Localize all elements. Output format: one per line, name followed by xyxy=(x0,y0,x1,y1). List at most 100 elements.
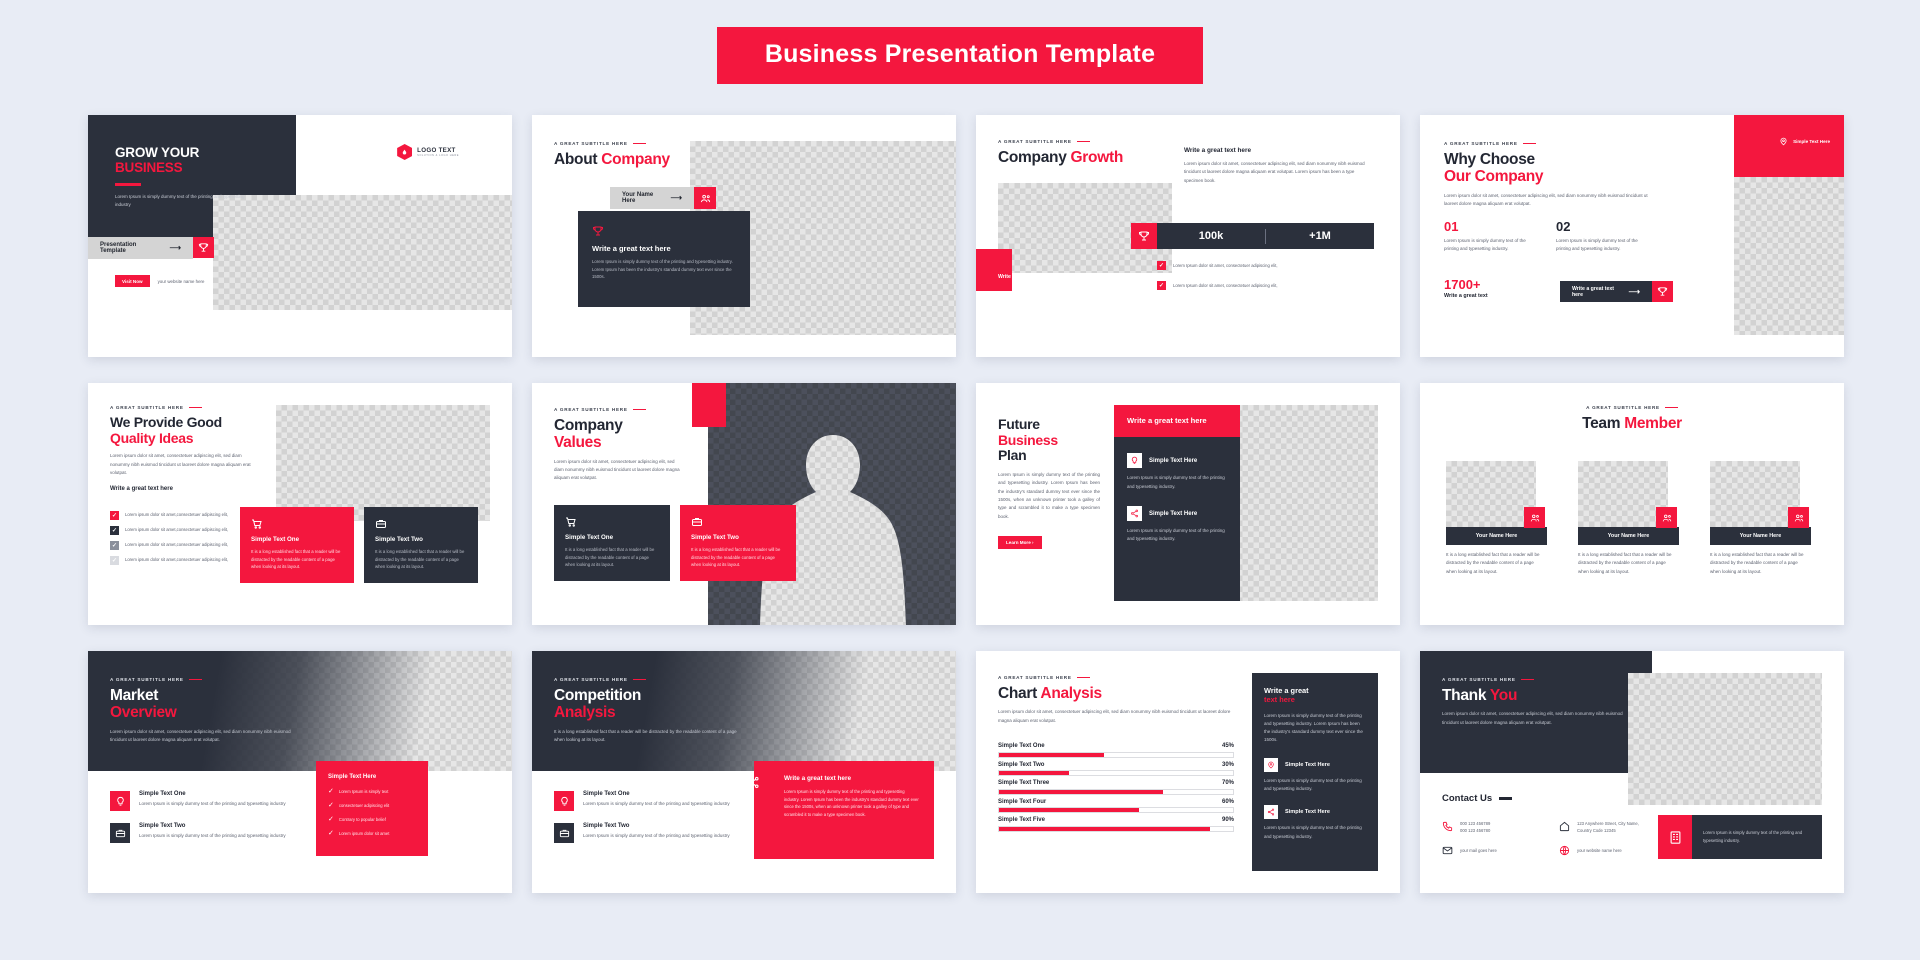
slide10-description: It is a long established fact that a rea… xyxy=(554,728,737,743)
chart-category-label: Simple Text Five xyxy=(998,817,1045,823)
panel-list-label: Contrary to popular belief xyxy=(338,817,386,822)
chart-value-label: 60% xyxy=(1221,798,1234,805)
slide-team-member[interactable]: A GREAT SUBTITLE HERE Team Member Your N… xyxy=(1420,383,1844,625)
slide12-heading-block: A GREAT SUBTITLE HERE Thank You Lorem ip… xyxy=(1442,677,1632,727)
share-icon xyxy=(742,771,764,793)
slide-future-business-plan[interactable]: Future Business Plan Lorem Ipsum is simp… xyxy=(976,383,1400,625)
building-icon xyxy=(1658,815,1692,859)
team-member-card[interactable]: Your Name Here It is a long established … xyxy=(1446,461,1554,576)
slide5-check-list: ✓ Lorem ipsum dolor sit amet,consectetue… xyxy=(110,511,232,565)
learn-more-label: Learn More xyxy=(1006,539,1031,545)
slide6-card-two: Simple Text Two It is a long established… xyxy=(680,505,796,581)
slide9-title-dark: Market xyxy=(110,687,159,704)
arrow-right-icon: ⟶ xyxy=(1628,286,1640,296)
slide-company-values[interactable]: A GREAT SUBTITLE HERE Company Values Lor… xyxy=(532,383,956,625)
chart-row: Simple Text Three 70% xyxy=(998,780,1234,795)
eyebrow-label: A GREAT SUBTITLE HERE xyxy=(110,677,310,682)
team-member-name: Your Name Here xyxy=(1739,533,1782,539)
team-member-name-bar: Your Name Here xyxy=(1578,527,1679,545)
feature-item-title: Simple Text Two xyxy=(139,823,186,829)
panel-item: Simple Text Here xyxy=(1127,453,1227,469)
slide4-heading-block: A GREAT SUBTITLE HERE Why Choose Our Com… xyxy=(1444,141,1654,208)
contact-email[interactable]: your mail goes here xyxy=(1442,845,1537,856)
slide10-panel-body: Lorem Ipsum is simply dummy text of the … xyxy=(784,789,919,817)
slide3-cta[interactable]: Write a great text here ⟶ xyxy=(998,273,1069,280)
number-02-body: Lorem Ipsum is simply dummy text of the … xyxy=(1556,238,1638,252)
share-icon xyxy=(1264,805,1278,820)
slide3-right-body: Lorem ipsum dolor sit amet, consectetuer… xyxy=(1184,161,1365,183)
big-number-value: 1700+ xyxy=(1444,277,1481,292)
panel-item: Simple Text Here xyxy=(1127,506,1227,522)
eyebrow-label: A GREAT SUBTITLE HERE xyxy=(554,677,744,682)
number-01-body: Lorem Ipsum is simply dummy text of the … xyxy=(1444,238,1526,252)
slide6-card-one-title: Simple Text One xyxy=(565,534,614,541)
contact-phone[interactable]: 000 123 456789 000 123 456780 xyxy=(1442,821,1537,833)
chart-row: Simple Text Four 60% xyxy=(998,798,1234,813)
check-icon: ✓ xyxy=(110,511,119,520)
eyebrow-label: A GREAT SUBTITLE HERE xyxy=(110,405,270,410)
learn-more-button[interactable]: Learn More › xyxy=(998,535,1042,549)
team-member-bio: It is a long established fact that a rea… xyxy=(1710,552,1804,574)
panel-item-title: Simple Text Here xyxy=(1149,510,1198,517)
slide5-title-red: Quality Ideas xyxy=(110,429,194,446)
slide4-badge: Simple Text Here xyxy=(1779,137,1830,146)
panel-item-title: Simple Text Here xyxy=(1149,457,1198,464)
banner-area: Business Presentation Template xyxy=(0,0,1920,84)
slide-chart-analysis[interactable]: A GREAT SUBTITLE HERE Chart Analysis Lor… xyxy=(976,651,1400,893)
your-name-bar[interactable]: Your Name Here ⟶ xyxy=(610,187,716,209)
feature-item: Simple Text Two Lorem Ipsum is simply du… xyxy=(554,823,744,843)
slide12-title-dark: Thank xyxy=(1442,687,1487,704)
slide7-heading-block: Future Business Plan Lorem Ipsum is simp… xyxy=(998,416,1103,549)
slide-competition-analysis[interactable]: A GREAT SUBTITLE HERE Competition Analys… xyxy=(532,651,956,893)
slide-thank-you[interactable]: A GREAT SUBTITLE HERE Thank You Lorem ip… xyxy=(1420,651,1844,893)
feature-item-body: Lorem Ipsum is simply dummy text of the … xyxy=(583,801,730,806)
slide-about-company[interactable]: A GREAT SUBTITLE HERE About Company Your… xyxy=(532,115,956,357)
slide-market-overview[interactable]: A GREAT SUBTITLE HERE Market Overview Lo… xyxy=(88,651,512,893)
trophy-icon[interactable] xyxy=(193,237,214,258)
slide-grow-your-business[interactable]: LOGO TEXT SOLUTION & LOGO HERE GROW YOUR… xyxy=(88,115,512,357)
your-name-button[interactable]: Your Name Here ⟶ xyxy=(610,187,694,209)
slide10-panel: Write a great text here Lorem Ipsum is s… xyxy=(754,761,934,859)
slide2-card-title: Write a great text here xyxy=(592,244,671,253)
trophy-icon[interactable] xyxy=(1652,281,1673,302)
team-member-card[interactable]: Your Name Here It is a long established … xyxy=(1710,461,1818,576)
slide-company-growth[interactable]: A GREAT SUBTITLE HERE Company Growth Wri… xyxy=(976,115,1400,357)
slide-we-provide-good-quality-ideas[interactable]: A GREAT SUBTITLE HERE We Provide Good Qu… xyxy=(88,383,512,625)
presentation-template-button[interactable]: Presentation Template ⟶ xyxy=(88,237,193,259)
phone-number-1: 000 123 456789 xyxy=(1460,821,1491,826)
slide10-heading-block: A GREAT SUBTITLE HERE Competition Analys… xyxy=(554,677,744,744)
avatar xyxy=(1578,461,1668,527)
visit-now-button[interactable]: Visit Now xyxy=(115,275,150,287)
people-icon[interactable] xyxy=(1656,507,1677,528)
panel-list-item: ✓ Contrary to popular belief xyxy=(328,816,416,823)
slide11-title-dark: Chart xyxy=(998,685,1037,702)
slide4-cta-button[interactable]: Write a great text here ⟶ xyxy=(1560,281,1652,302)
chart-bar-fill xyxy=(999,808,1140,812)
slide5-description: Lorem ipsum dolor sit amet, consectetuer… xyxy=(110,453,251,475)
team-member-bio: It is a long established fact that a rea… xyxy=(1446,552,1540,574)
check-icon: ✓ xyxy=(328,816,334,823)
slide5-card-one: Simple Text One It is a long established… xyxy=(240,507,354,583)
chart-value-label: 45% xyxy=(1221,743,1234,749)
phone-icon xyxy=(1442,821,1453,832)
team-member-card[interactable]: Your Name Here It is a long established … xyxy=(1578,461,1686,576)
avatar xyxy=(1446,461,1536,527)
slide-why-choose-our-company[interactable]: Simple Text Here A GREAT SUBTITLE HERE W… xyxy=(1420,115,1844,357)
people-icon[interactable] xyxy=(1788,507,1809,528)
slide4-cta[interactable]: Write a great text here ⟶ xyxy=(1560,281,1673,302)
team-member-name-bar: Your Name Here xyxy=(1710,527,1811,545)
slide1-cta-bar[interactable]: Presentation Template ⟶ xyxy=(88,237,214,259)
slide7-title-line-3: Plan xyxy=(998,447,1027,464)
team-member-name: Your Name Here xyxy=(1475,533,1518,539)
contact-heading-row: Contact Us xyxy=(1442,793,1513,804)
slide11-heading-block: A GREAT SUBTITLE HERE Chart Analysis Lor… xyxy=(998,675,1238,725)
slide12-card: Lorem Ipsum is simply dummy text of the … xyxy=(1658,815,1822,859)
people-icon[interactable] xyxy=(1524,507,1545,528)
list-item-label: Lorem ipsum dolor sit amet,consectetuer … xyxy=(125,557,229,562)
people-icon[interactable] xyxy=(694,187,716,209)
slide6-description: Lorem ipsum dolor sit amet, consectetuer… xyxy=(554,458,680,481)
panel-list-label: Lorem Ipsum is simply text xyxy=(338,789,389,794)
team-member-name: Your Name Here xyxy=(1607,533,1650,539)
image-placeholder xyxy=(1226,405,1378,601)
visit-now-row[interactable]: Visit Now your website name here xyxy=(115,275,204,287)
